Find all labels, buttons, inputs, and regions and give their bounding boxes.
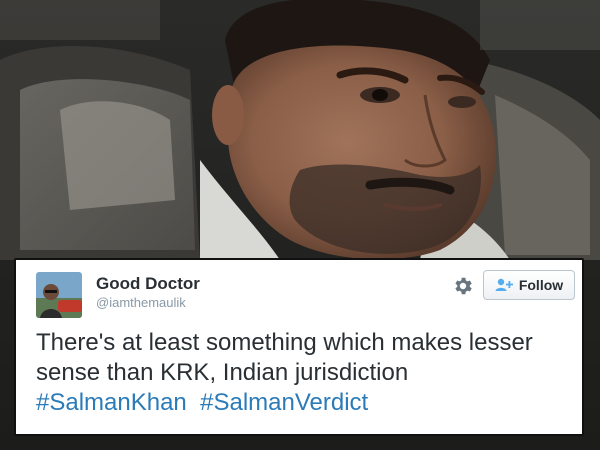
hashtag-line: #SalmanKhan #SalmanVerdict [36, 388, 576, 418]
avatar[interactable] [36, 272, 82, 318]
hashtag-salmankhan-link[interactable]: #SalmanKhan [36, 389, 187, 416]
user-display-name[interactable]: Good Doctor [96, 274, 200, 294]
gear-icon[interactable] [452, 275, 474, 297]
hashtag-salmanverdict-link[interactable]: #SalmanVerdict [200, 389, 368, 416]
meme-frame: Good Doctor @iamthemaulik Follow There's… [0, 0, 600, 450]
follow-label: Follow [518, 277, 564, 293]
tweet-text-line-2: sense than KRK, Indian jurisdiction [36, 359, 409, 386]
tweet-card: Good Doctor @iamthemaulik Follow There's… [14, 258, 584, 436]
avatar-image [36, 272, 82, 318]
tweet-text: There's at least something which makes l… [36, 328, 576, 418]
follow-button[interactable]: Follow [483, 270, 575, 300]
tweet-text-line-1: There's at least something which makes l… [36, 329, 533, 356]
user-handle[interactable]: @iamthemaulik [96, 295, 186, 310]
add-user-icon [495, 278, 513, 291]
